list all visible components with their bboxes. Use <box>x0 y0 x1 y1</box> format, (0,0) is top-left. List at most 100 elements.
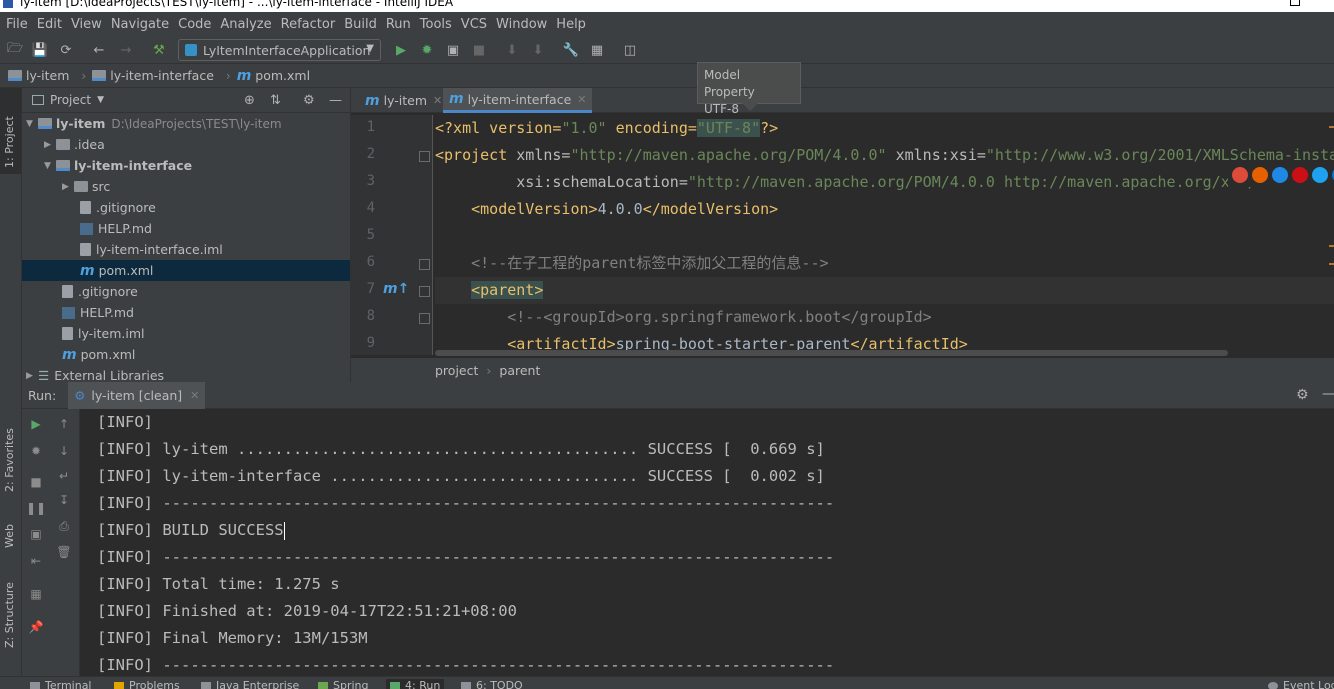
internet-explorer-icon[interactable] <box>1312 167 1328 183</box>
open-folder-icon[interactable]: 🗁 <box>6 41 24 59</box>
close-icon[interactable]: ✕ <box>190 389 199 402</box>
collapsed-arrow-icon[interactable]: ▶ <box>62 182 74 192</box>
menu-analyze[interactable]: Analyze <box>220 17 271 32</box>
firefox-icon[interactable] <box>1252 167 1268 183</box>
run-with-coverage-icon[interactable]: ▣ <box>444 41 462 59</box>
restore-layout-icon[interactable]: ▦ <box>27 585 45 603</box>
tool-tab-terminal[interactable]: Terminal <box>30 679 92 689</box>
error-stripe-mark[interactable] <box>1329 263 1334 265</box>
hide-panel-icon[interactable]: — <box>329 93 342 108</box>
print-icon[interactable]: ⎙ <box>55 517 73 535</box>
run-icon[interactable]: ▶ <box>392 41 410 59</box>
chrome-icon[interactable] <box>1232 167 1248 183</box>
breadcrumb-parent[interactable]: parent <box>499 363 540 378</box>
project-view-selector[interactable]: Project <box>50 93 91 107</box>
scroll-down-icon[interactable]: ↓ <box>55 442 73 460</box>
tree-item[interactable]: ly-item-interface.iml <box>22 239 350 260</box>
expanded-arrow-icon[interactable]: ▼ <box>26 119 38 129</box>
sync-icon[interactable]: ⟳ <box>57 41 75 59</box>
menu-build[interactable]: Build <box>344 17 377 32</box>
attach-debugger-icon[interactable]: ⬇ <box>529 41 547 59</box>
dump-threads-icon[interactable]: ▣ <box>27 525 45 543</box>
menu-vcs[interactable]: VCS <box>461 17 487 32</box>
tree-item[interactable]: .gitignore <box>22 197 350 218</box>
tool-tab-problems[interactable]: Problems <box>114 679 180 689</box>
scroll-to-end-icon[interactable]: ↧ <box>55 491 73 509</box>
fold-marker-icon[interactable] <box>419 286 430 297</box>
tree-item[interactable]: ▶ src <box>22 176 350 197</box>
gear-icon[interactable]: ⚙ <box>1296 387 1309 403</box>
safari-icon[interactable] <box>1272 167 1288 183</box>
nav-crumb-ly-item[interactable]: ly-item <box>8 68 69 83</box>
tree-item[interactable]: HELP.md <box>22 302 350 323</box>
maximize-button[interactable] <box>1290 0 1300 6</box>
rerun-icon[interactable]: ▶ <box>27 415 45 433</box>
tool-tab-event-log[interactable]: Event Log <box>1268 679 1334 689</box>
tree-item[interactable]: HELP.md <box>22 218 350 239</box>
tool-tab-favorites[interactable]: 2: Favorites <box>3 428 16 492</box>
nav-crumb-ly-item-interface[interactable]: ly-item-interface <box>92 68 214 83</box>
stop-icon[interactable]: ■ <box>470 41 488 59</box>
debug-icon[interactable]: ✹ <box>418 41 436 59</box>
tool-tab-structure[interactable]: Z: Structure <box>3 582 16 648</box>
breadcrumb-project[interactable]: project <box>435 363 478 378</box>
close-icon[interactable]: ✕ <box>433 94 442 107</box>
menu-code[interactable]: Code <box>178 17 211 32</box>
tab-ly-item[interactable]: m ly-item ✕ <box>359 88 448 113</box>
soft-wrap-icon[interactable]: ↵ <box>55 467 73 485</box>
build-hammer-icon[interactable]: ⚒ <box>150 41 168 59</box>
tool-tab-spring[interactable]: Spring <box>318 679 369 689</box>
tool-tab-java-enterprise[interactable]: Java Enterprise <box>201 679 299 689</box>
tool-tab-web[interactable]: Web <box>3 524 16 548</box>
tool-tab-project[interactable]: 1: Project <box>3 116 16 168</box>
back-icon[interactable]: ← <box>90 41 108 59</box>
debug-rerun-icon[interactable]: ✹ <box>27 442 45 460</box>
menu-window[interactable]: Window <box>496 17 547 32</box>
error-stripe-mark[interactable] <box>1329 245 1334 247</box>
tree-item[interactable]: m pom.xml <box>22 344 350 365</box>
close-icon[interactable]: ✕ <box>577 93 586 106</box>
fold-marker-icon[interactable] <box>419 313 430 324</box>
fold-marker-icon[interactable] <box>419 259 430 270</box>
chevron-down-icon[interactable]: ▼ <box>97 95 104 105</box>
project-structure-icon[interactable]: ▦ <box>588 41 606 59</box>
menu-help[interactable]: Help <box>556 17 586 32</box>
tree-item[interactable]: ▼ ly-item D:\IdeaProjects\TEST\ly-item <box>22 113 350 134</box>
settings-wrench-icon[interactable]: 🔧 <box>562 41 580 59</box>
pause-icon[interactable]: ❚❚ <box>26 499 46 517</box>
tool-tab-todo[interactable]: 6: TODO <box>461 679 523 689</box>
collapsed-arrow-icon[interactable]: ▶ <box>44 140 56 150</box>
collapsed-arrow-icon[interactable]: ▶ <box>26 371 38 381</box>
pin-icon[interactable]: 📌 <box>27 618 45 636</box>
hide-panel-icon[interactable]: — <box>1322 386 1334 402</box>
collapse-all-icon[interactable]: ⇅ <box>270 93 281 108</box>
tool-tab-run[interactable]: 4: Run <box>386 679 445 689</box>
exit-icon[interactable]: ⇤ <box>27 552 45 570</box>
nav-crumb-pom[interactable]: m pom.xml <box>237 68 310 84</box>
menu-navigate[interactable]: Navigate <box>111 17 169 32</box>
presentation-icon[interactable]: ◫ <box>621 41 639 59</box>
menu-refactor[interactable]: Refactor <box>281 17 336 32</box>
code-view[interactable]: <?xml version="1.0" encoding="UTF-8"?> <… <box>435 115 1334 355</box>
clear-all-icon[interactable]: 🗑 <box>55 543 73 561</box>
forward-icon[interactable]: → <box>117 41 135 59</box>
opera-icon[interactable] <box>1292 167 1308 183</box>
tree-item[interactable]: ▼ ly-item-interface <box>22 155 350 176</box>
gear-icon[interactable]: ⚙ <box>303 93 315 108</box>
fold-marker-icon[interactable] <box>419 151 430 162</box>
editor-horizontal-scrollbar[interactable] <box>435 350 1228 356</box>
scroll-up-icon[interactable]: ↑ <box>55 415 73 433</box>
tree-item[interactable]: ly-item.iml <box>22 323 350 344</box>
error-stripe-mark[interactable] <box>1329 126 1334 128</box>
menu-run[interactable]: Run <box>386 17 411 32</box>
menu-view[interactable]: View <box>71 17 102 32</box>
tab-ly-item-interface[interactable]: m ly-item-interface ✕ <box>443 88 593 113</box>
locate-file-icon[interactable]: ⊕ <box>244 93 255 108</box>
maven-parent-gutter-icon[interactable]: m↑ <box>383 281 409 297</box>
console-output[interactable]: [INFO] [INFO] ly-item ..................… <box>80 409 1334 683</box>
tree-item[interactable]: .gitignore <box>22 281 350 302</box>
tree-item-selected[interactable]: m pom.xml <box>22 260 350 281</box>
tree-item[interactable]: ▶ .idea <box>22 134 350 155</box>
update-running-app-icon[interactable]: ⬇ <box>503 41 521 59</box>
menu-file[interactable]: File <box>6 17 28 32</box>
